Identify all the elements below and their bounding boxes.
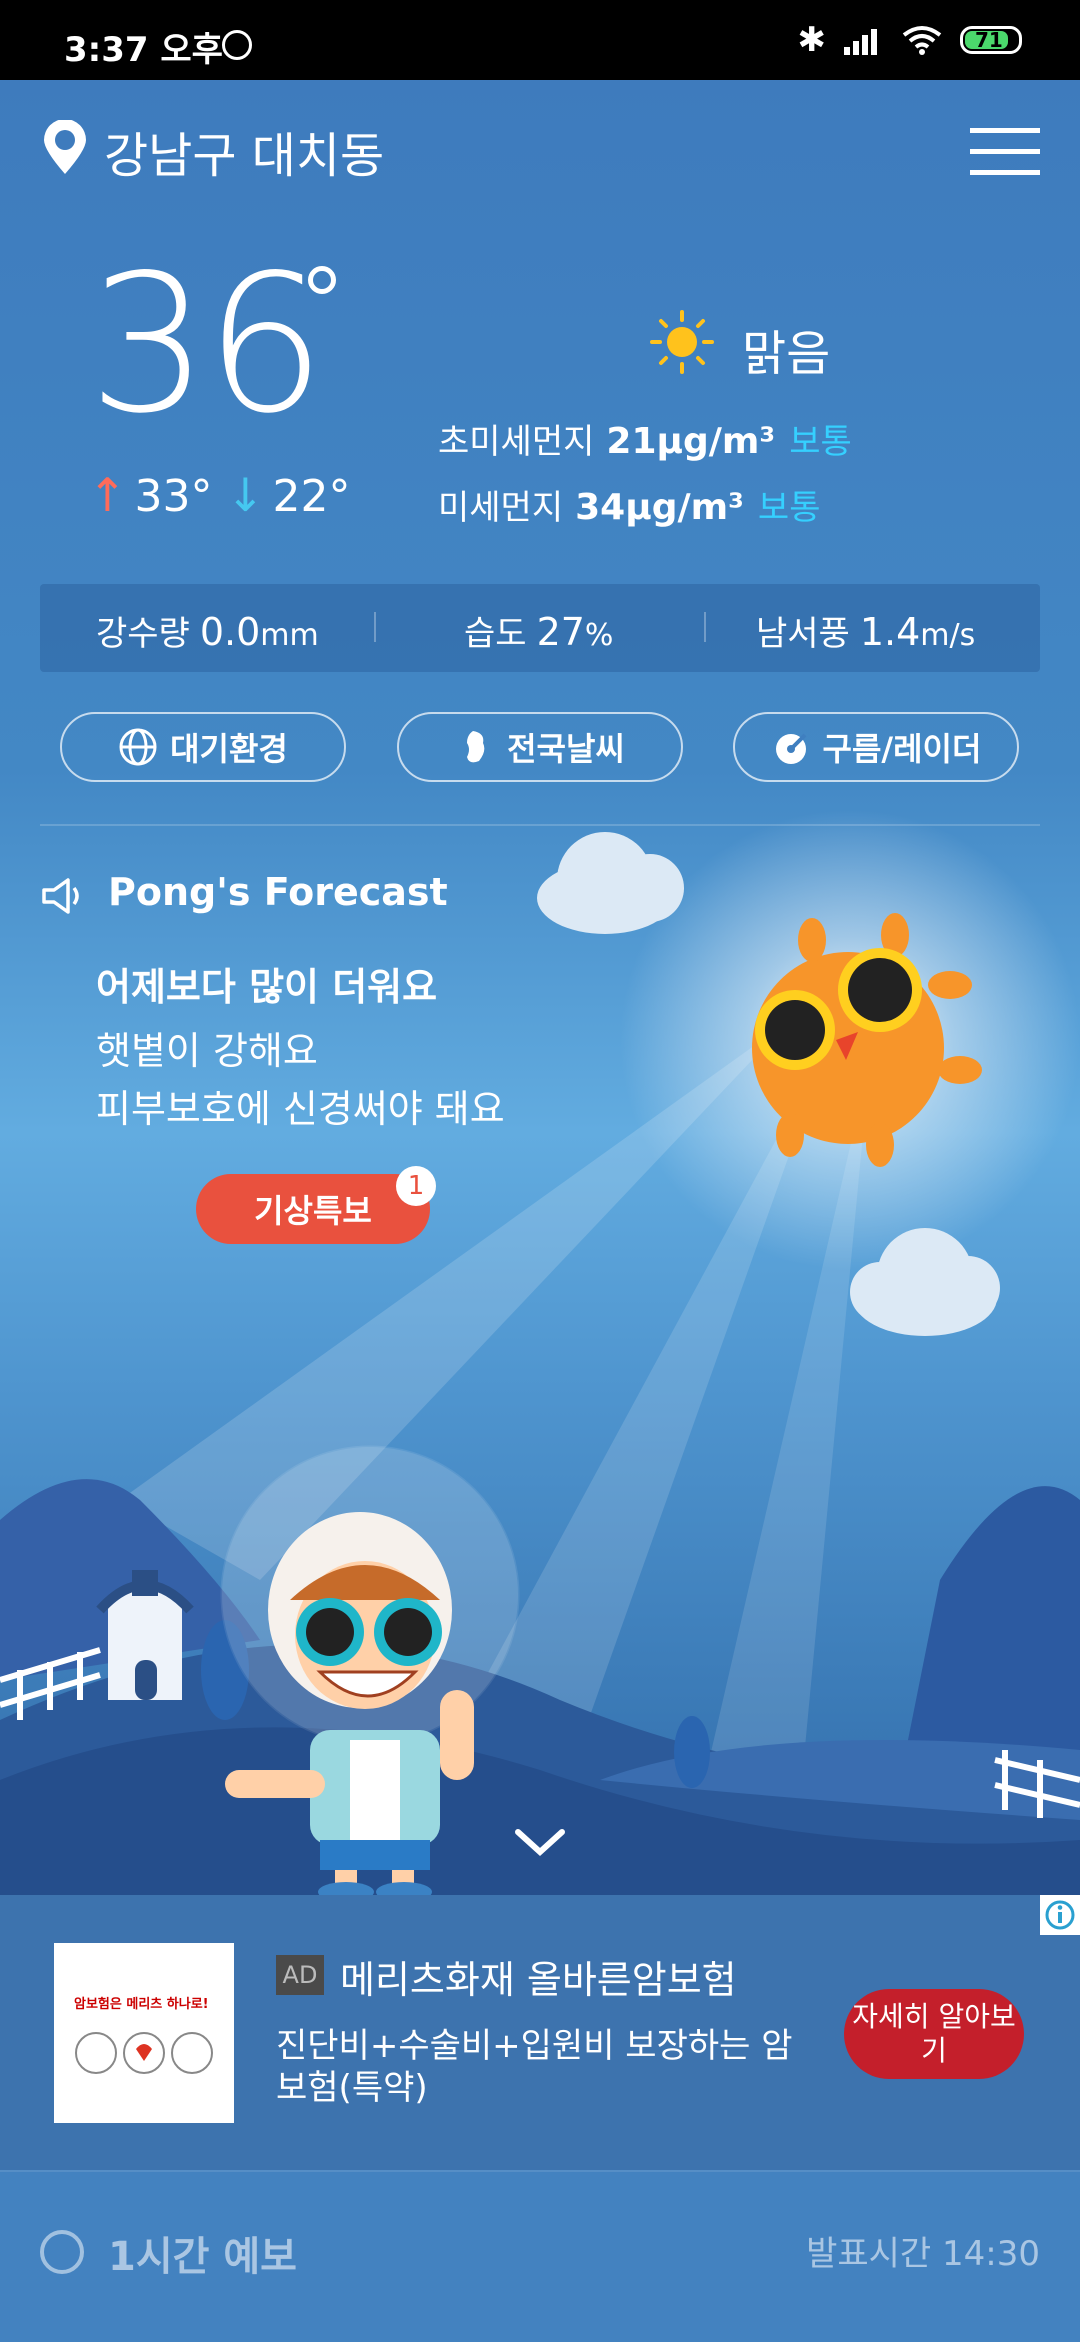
weather-warning-button[interactable]: 기상특보 bbox=[196, 1174, 430, 1244]
fine-dust-row[interactable]: 초미세먼지 21μg/m³ 보통 bbox=[438, 414, 852, 463]
alarm-icon bbox=[222, 30, 252, 60]
radar-button[interactable]: 구름/레이더 bbox=[733, 712, 1019, 782]
status-time: 3:37 오후 bbox=[64, 30, 223, 70]
sun-icon bbox=[650, 310, 714, 374]
wifi-icon bbox=[902, 26, 942, 55]
bluetooth-icon: ✱ bbox=[797, 20, 827, 60]
arrow-up-icon: ↑ bbox=[88, 468, 127, 522]
warning-count-badge: 1 bbox=[396, 1166, 436, 1206]
weather-condition: 맑음 bbox=[742, 326, 831, 382]
clock-icon bbox=[40, 2230, 84, 2274]
divider bbox=[40, 824, 1040, 826]
national-weather-button[interactable]: 전국날씨 bbox=[397, 712, 683, 782]
forecast-line-3: 피부보호에 신경써야 돼요 bbox=[96, 1087, 505, 1131]
battery-level: 71 bbox=[975, 28, 1003, 52]
ad-banner[interactable]: 암보험은 메리츠 하나로! AD 메리츠화재 올바른암보험 진단비+수술비+입원… bbox=[0, 1895, 1080, 2170]
low-temp: ↓ 22° bbox=[226, 468, 351, 522]
high-temp: ↑ 33° bbox=[88, 468, 213, 522]
ad-tag: AD bbox=[276, 1955, 324, 1995]
info-icon[interactable] bbox=[1040, 1895, 1080, 1935]
ad-description[interactable]: 진단비+수술비+입원비 보장하는 암보험(특약) bbox=[276, 2025, 796, 2109]
ad-image-title: 암보험은 메리츠 하나로! bbox=[74, 1997, 209, 2012]
signal-icon bbox=[844, 25, 884, 55]
forecast-line-2: 햇볕이 강해요 bbox=[96, 1029, 318, 1073]
korea-map-icon bbox=[467, 731, 485, 763]
menu-icon[interactable] bbox=[970, 128, 1040, 176]
hourly-forecast-section: 1시간 예보 발표시간 14:30 bbox=[0, 2170, 1080, 2342]
dust-row[interactable]: 미세먼지 34μg/m³ 보통 bbox=[438, 480, 820, 529]
wind-stat: 남서풍 1.4m/s bbox=[756, 610, 976, 654]
radar-icon bbox=[775, 733, 806, 764]
humidity-stat: 습도 27% bbox=[464, 610, 614, 654]
location-pin-icon[interactable] bbox=[40, 120, 90, 176]
published-time: 발표시간 14:30 bbox=[806, 2234, 1040, 2274]
ad-cta-button[interactable]: 자세히 알아보기 bbox=[844, 1989, 1024, 2079]
weather-stats-bar: 강수량 0.0mm 습도 27% 남서풍 1.4m/s bbox=[40, 584, 1040, 672]
speaker-icon bbox=[42, 878, 79, 914]
air-quality-button[interactable]: 대기환경 bbox=[60, 712, 346, 782]
degree-symbol bbox=[308, 266, 336, 294]
globe-icon bbox=[119, 728, 157, 766]
ad-image[interactable]: 암보험은 메리츠 하나로! bbox=[54, 1943, 234, 2123]
forecast-title: Pong's Forecast bbox=[108, 870, 448, 914]
battery-icon: 71 bbox=[960, 26, 1022, 54]
location-name[interactable]: 강남구 대치동 bbox=[104, 116, 384, 186]
weather-panel: 강남구 대치동 36 ↑ 33° ↓ 22° 맑음 초미세먼지 21μg/m³ 보통 미… bbox=[0, 80, 1080, 1895]
rain-stat: 강수량 0.0mm bbox=[96, 610, 319, 654]
forecast-line-1: 어제보다 많이 더워요 bbox=[96, 965, 438, 1009]
status-bar: 3:37 오후 ✱ 71 bbox=[0, 0, 1080, 80]
hourly-title: 1시간 예보 bbox=[108, 2234, 297, 2280]
current-temperature: 36 bbox=[88, 234, 326, 455]
ad-title[interactable]: 메리츠화재 올바른암보험 bbox=[340, 1949, 737, 2004]
arrow-down-icon: ↓ bbox=[226, 468, 265, 522]
chevron-down-icon[interactable] bbox=[510, 1822, 570, 1862]
